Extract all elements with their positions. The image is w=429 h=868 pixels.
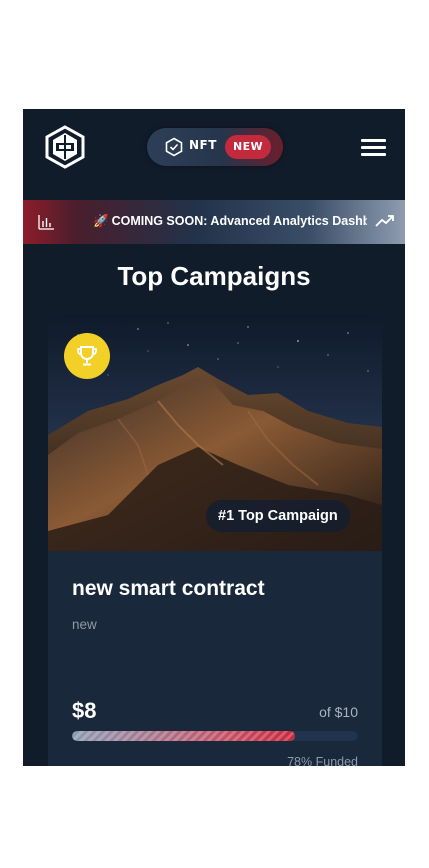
- nft-button[interactable]: NFT NEW: [147, 128, 283, 166]
- new-badge: NEW: [225, 135, 272, 159]
- bar-chart-icon: [37, 213, 55, 231]
- app-screen: NFT NEW 🚀 COMING SOON: Advanced Analytics…: [23, 109, 405, 766]
- funding-progress-bar: [72, 731, 358, 741]
- top-header: NFT NEW: [23, 109, 405, 189]
- campaign-subtitle: new: [72, 617, 97, 632]
- trending-up-icon: [375, 213, 395, 229]
- trophy-icon: [64, 333, 110, 379]
- hamburger-menu-icon[interactable]: [361, 137, 387, 159]
- funded-percentage: 78% Funded: [287, 755, 358, 766]
- hexagon-logo-icon[interactable]: [43, 125, 87, 169]
- goal-amount: of $10: [319, 704, 358, 720]
- announcement-ticker[interactable]: 🚀COMING SOON: Advanced Analytics Dashboa…: [23, 200, 405, 244]
- top-campaign-badge: #1 Top Campaign: [206, 500, 350, 532]
- ticker-text: 🚀COMING SOON: Advanced Analytics Dashboa…: [93, 214, 367, 228]
- rocket-icon: 🚀: [93, 214, 109, 228]
- funding-progress-fill: [72, 731, 296, 741]
- section-title: Top Campaigns: [117, 261, 311, 291]
- campaign-title[interactable]: new smart contract: [72, 577, 265, 601]
- hexagon-nft-icon: [164, 137, 184, 157]
- nft-label: NFT: [189, 138, 217, 152]
- amount-raised: $8: [72, 698, 97, 723]
- campaign-card[interactable]: #1 Top Campaign new smart contract new $…: [48, 315, 382, 766]
